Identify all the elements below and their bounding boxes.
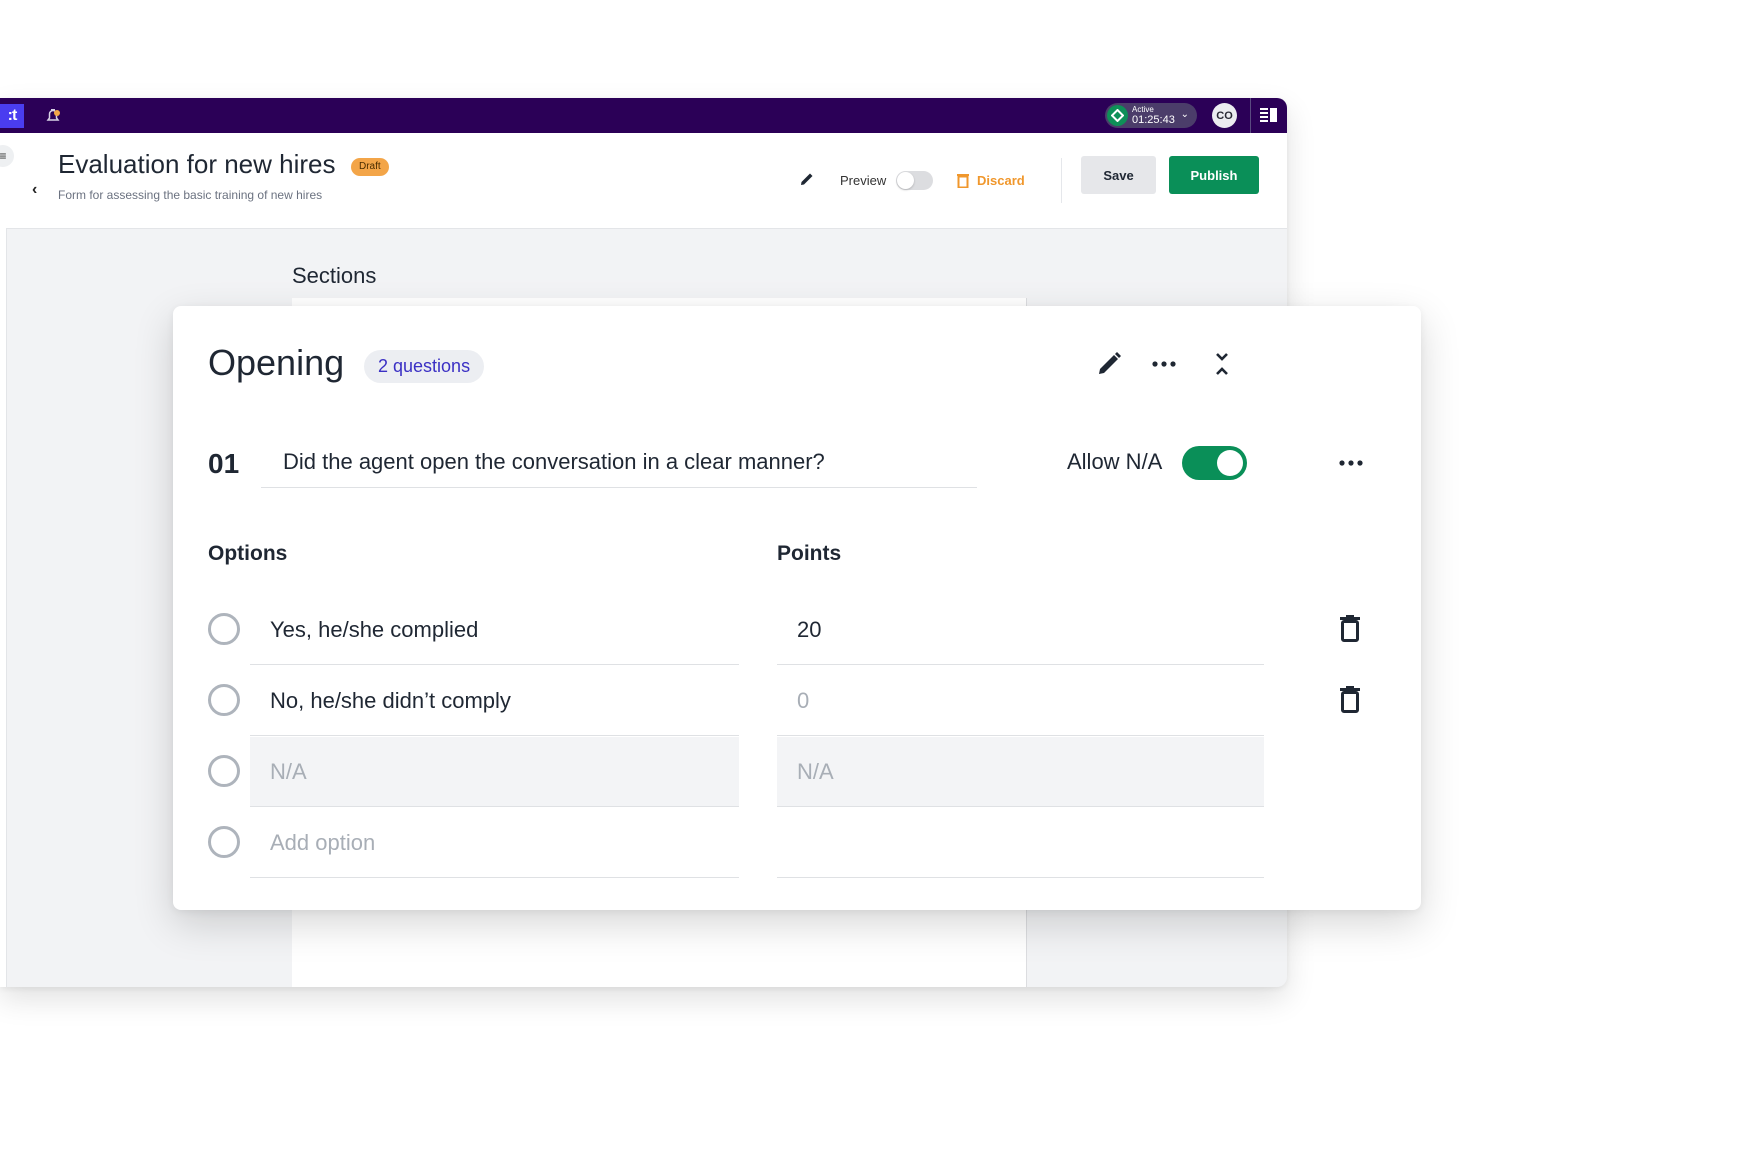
- collapse-section-icon[interactable]: [1208, 350, 1236, 378]
- save-button[interactable]: Save: [1081, 156, 1156, 194]
- delete-option-trash-icon[interactable]: [1338, 686, 1362, 714]
- collapsed-sidebar: [0, 133, 7, 987]
- status-label: Active: [1132, 105, 1154, 114]
- status-timer: 01:25:43: [1132, 114, 1175, 126]
- question-count-badge: 2 questions: [364, 350, 485, 383]
- notification-bell-icon[interactable]: [44, 107, 62, 125]
- page-title: Evaluation for new hires: [58, 149, 336, 179]
- section-more-options-icon[interactable]: [1150, 350, 1178, 378]
- option-label-input[interactable]: No, he/she didn’t comply: [250, 666, 739, 736]
- option-label-input-disabled: N/A: [250, 737, 739, 807]
- add-option-points-input[interactable]: [777, 808, 1264, 878]
- status-text: Active 01:25:43: [1132, 105, 1175, 126]
- question-number: 01: [208, 448, 240, 479]
- option-points-input[interactable]: 20: [777, 595, 1264, 665]
- discard-button[interactable]: Discard: [957, 169, 1025, 191]
- points-column-header: Points: [777, 542, 842, 565]
- section-card: Opening 2 questions 01 Did the agent ope…: [173, 306, 1421, 910]
- toggle-knob: [1217, 450, 1243, 476]
- topbar-divider: [1250, 98, 1251, 133]
- top-navigation-bar: :t Active 01:25:43 ⌄ CO: [0, 98, 1287, 133]
- radio-button[interactable]: [208, 613, 240, 645]
- back-chevron-icon[interactable]: ‹: [32, 181, 37, 199]
- user-avatar[interactable]: CO: [1212, 103, 1237, 128]
- add-option-input[interactable]: Add option: [250, 808, 739, 878]
- publish-button[interactable]: Publish: [1169, 156, 1259, 194]
- chevron-down-icon: ⌄: [1180, 109, 1189, 120]
- toggle-knob: [897, 172, 914, 189]
- sections-heading: Sections: [292, 263, 377, 288]
- trash-icon: [957, 173, 969, 188]
- status-diamond-icon: [1107, 105, 1128, 126]
- discard-label: Discard: [977, 172, 1025, 188]
- option-points-input-disabled: N/A: [777, 737, 1264, 807]
- option-row: No, he/she didn’t comply 0: [173, 666, 1421, 737]
- status-badge: Draft: [351, 158, 389, 176]
- option-label-input[interactable]: Yes, he/she complied: [250, 595, 739, 665]
- panel-toggle-icon[interactable]: [1260, 107, 1278, 123]
- radio-button[interactable]: [208, 755, 240, 787]
- add-option-row: Add option: [173, 808, 1421, 879]
- option-points-input[interactable]: 0: [777, 666, 1264, 736]
- preview-label: Preview: [840, 173, 887, 188]
- edit-section-pencil-icon[interactable]: [1095, 350, 1123, 378]
- pencil-icon[interactable]: [799, 171, 815, 187]
- delete-option-trash-icon[interactable]: [1338, 615, 1362, 643]
- question-more-options-icon[interactable]: [1337, 449, 1365, 477]
- options-column-header: Options: [208, 542, 288, 565]
- app-logo[interactable]: :t: [0, 104, 24, 128]
- preview-toggle[interactable]: [896, 171, 933, 190]
- allow-na-label: Allow N/A: [1067, 449, 1163, 474]
- radio-button[interactable]: [208, 684, 240, 716]
- header-divider: [1061, 158, 1062, 203]
- radio-button[interactable]: [208, 826, 240, 858]
- option-row: Yes, he/she complied 20: [173, 595, 1421, 666]
- page-subtitle: Form for assessing the basic training of…: [58, 188, 323, 202]
- form-header: ‹ Evaluation for new hires Draft Form fo…: [6, 133, 1287, 229]
- question-text-input[interactable]: Did the agent open the conversation in a…: [261, 436, 977, 488]
- allow-na-toggle[interactable]: [1182, 446, 1247, 480]
- agent-status-dropdown[interactable]: Active 01:25:43 ⌄: [1105, 103, 1197, 128]
- section-title: Opening: [208, 342, 345, 383]
- option-row-na: N/A N/A: [173, 737, 1421, 808]
